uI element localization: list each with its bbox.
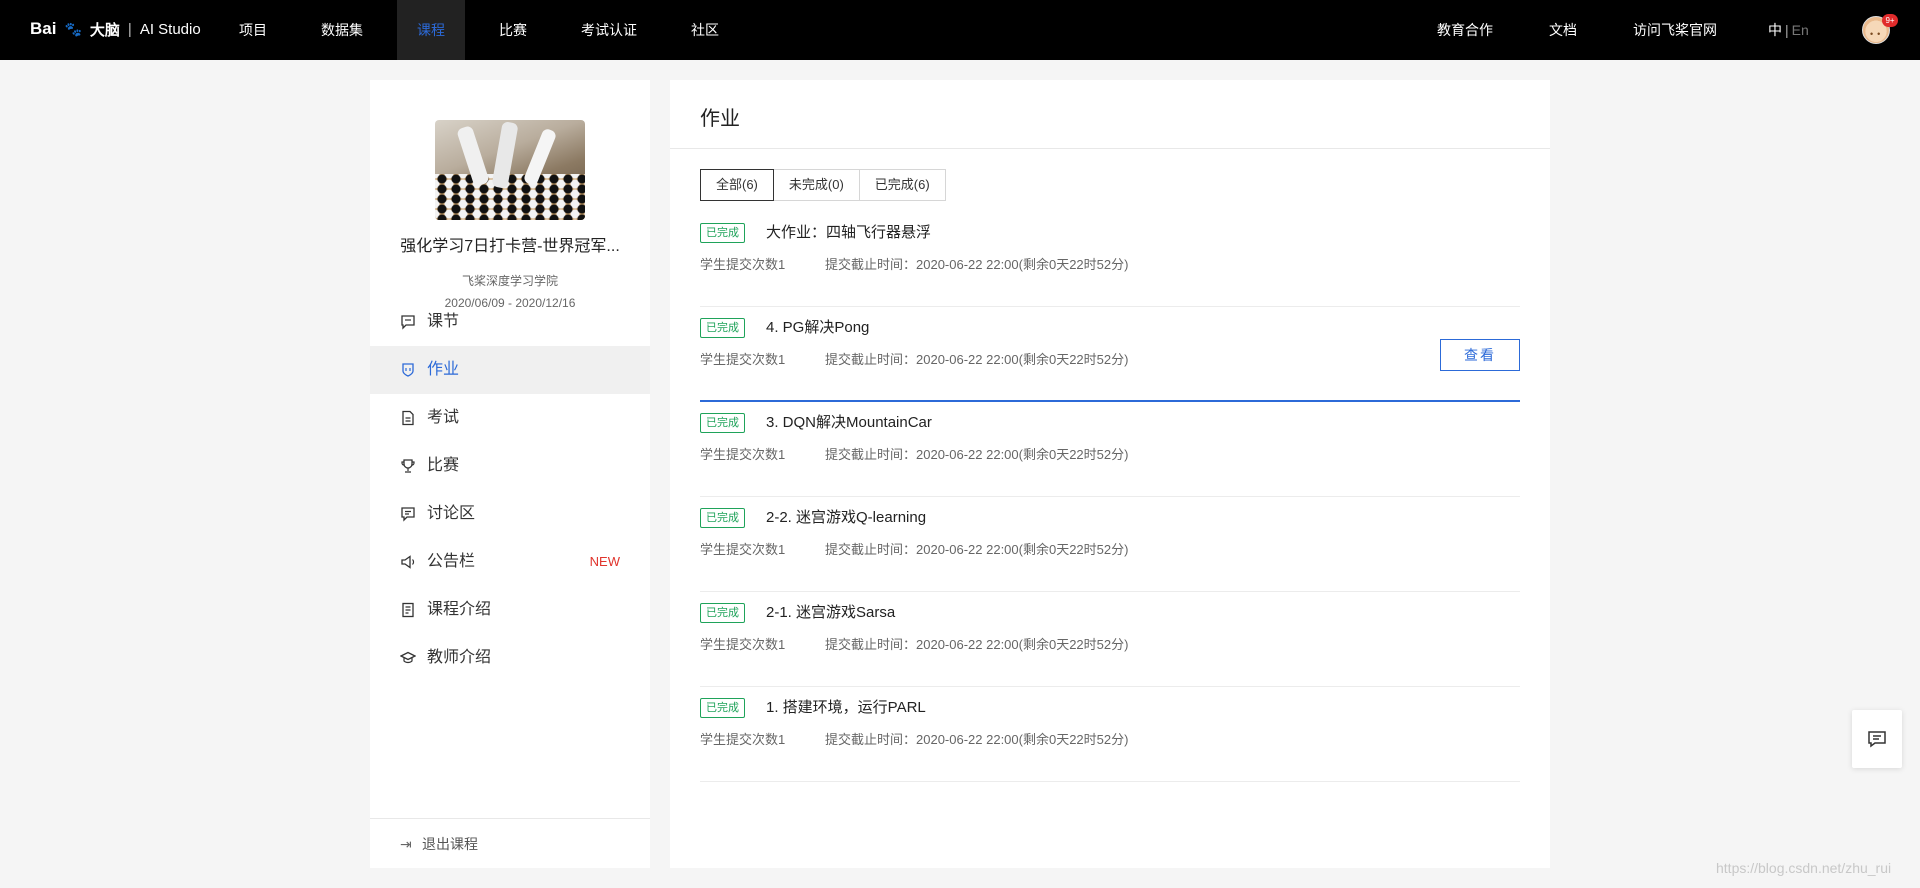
view-button[interactable]: 查看 xyxy=(1440,339,1520,371)
submission-count: 学生提交次数1 xyxy=(700,542,786,557)
homework-row[interactable]: 已完成 3. DQN解决MountainCar 学生提交次数1 提交截止时间：2… xyxy=(700,402,1520,497)
homework-name[interactable]: 2-1. 迷宫游戏Sarsa xyxy=(766,601,895,622)
course-sidebar: 强化学习7日打卡营-世界冠军... 飞桨深度学习学院 2020/06/09 - … xyxy=(370,80,650,868)
page-title: 作业 xyxy=(700,108,740,130)
sidebar-item-label: 教师介绍 xyxy=(427,649,492,666)
exit-icon: ⇥ xyxy=(400,836,412,852)
deadline: 提交截止时间：2020-06-22 22:00(剩余0天22时52分) xyxy=(825,352,1129,367)
nav-paddle-site[interactable]: 访问飞桨官网 xyxy=(1625,0,1725,60)
homework-name[interactable]: 3. DQN解决MountainCar xyxy=(766,411,932,432)
homework-name[interactable]: 大作业：四轴飞行器悬浮 xyxy=(766,221,931,242)
course-organization: 飞桨深度学习学院 xyxy=(461,274,558,288)
nav-datasets[interactable]: 数据集 xyxy=(313,0,371,60)
sidebar-item-discussion[interactable]: 讨论区 xyxy=(370,490,650,538)
status-badge: 已完成 xyxy=(700,318,745,338)
deadline: 提交截止时间：2020-06-22 22:00(剩余0天22时52分) xyxy=(825,732,1129,747)
cover-go-board xyxy=(435,174,585,220)
nav-competitions[interactable]: 比赛 xyxy=(488,0,538,60)
homework-filter-tabs: 全部(6) 未完成(0) 已完成(6) xyxy=(700,169,946,201)
status-badge: 已完成 xyxy=(700,603,745,623)
deadline: 提交截止时间：2020-06-22 22:00(剩余0天22时52分) xyxy=(825,257,1129,272)
homework-name[interactable]: 4. PG解决Pong xyxy=(766,316,869,337)
sidebar-item-label: 讨论区 xyxy=(427,505,476,522)
deadline: 提交截止时间：2020-06-22 22:00(剩余0天22时52分) xyxy=(825,447,1129,462)
lang-separator: | xyxy=(1785,22,1789,38)
homework-row[interactable]: 已完成 1. 搭建环境，运行PARL 学生提交次数1 提交截止时间：2020-0… xyxy=(700,687,1520,782)
notification-badge[interactable]: 9+ xyxy=(1882,14,1898,27)
logo-text: Bai xyxy=(30,19,57,38)
course-cover-image xyxy=(435,120,585,220)
sidebar-item-competition[interactable]: 比赛 xyxy=(370,442,650,490)
lang-zh[interactable]: 中 xyxy=(1768,22,1782,38)
nav-edu-cooperation[interactable]: 教育合作 xyxy=(1430,0,1500,60)
nav-community[interactable]: 社区 xyxy=(680,0,730,60)
baidu-ai-studio-logo[interactable]: Bai 🐾 大脑 | AI Studio xyxy=(30,14,201,44)
sidebar-item-label: 考试 xyxy=(427,409,460,426)
homework-name[interactable]: 1. 搭建环境，运行PARL xyxy=(766,696,926,717)
message-icon xyxy=(1868,731,1886,748)
submission-count: 学生提交次数1 xyxy=(700,637,786,652)
logo-product: AI Studio xyxy=(139,20,201,38)
sidebar-item-label: 公告栏 xyxy=(427,553,476,570)
logo-cn: 大脑 xyxy=(89,21,120,39)
paw-icon: 🐾 xyxy=(64,20,82,37)
new-badge: NEW xyxy=(589,554,620,569)
sidebar-item-lessons[interactable]: 课节 xyxy=(370,298,650,346)
language-switch: 中 | En xyxy=(1768,0,1809,60)
comment-icon xyxy=(401,507,415,522)
notebook-icon xyxy=(402,602,414,618)
tab-completed[interactable]: 已完成(6) xyxy=(858,169,946,201)
chat-square-icon xyxy=(401,315,415,330)
tab-all[interactable]: 全部(6) xyxy=(700,169,774,201)
watermark: https://blog.csdn.net/zhu_rui xyxy=(1716,860,1892,876)
avatar-face-icon: •• xyxy=(1870,29,1885,39)
submission-count: 学生提交次数1 xyxy=(700,352,786,367)
divider xyxy=(670,148,1550,149)
status-badge: 已完成 xyxy=(700,413,745,433)
sidebar-item-teacher-intro[interactable]: 教师介绍 xyxy=(370,634,650,682)
sidebar-item-homework[interactable]: 作业 xyxy=(370,346,650,394)
tab-incomplete[interactable]: 未完成(0) xyxy=(772,169,860,201)
homework-name[interactable]: 2-2. 迷宫游戏Q-learning xyxy=(766,506,926,527)
course-title: 强化学习7日打卡营-世界冠军... xyxy=(400,238,620,255)
sidebar-item-label: 比赛 xyxy=(427,457,460,474)
nav-certification[interactable]: 考试认证 xyxy=(575,0,643,60)
exit-course-button[interactable]: ⇥ 退出课程 xyxy=(400,819,478,869)
submission-count: 学生提交次数1 xyxy=(700,447,786,462)
submission-count: 学生提交次数1 xyxy=(700,257,786,272)
lang-en[interactable]: En xyxy=(1792,22,1809,38)
sidebar-item-announcements[interactable]: 公告栏 NEW xyxy=(370,538,650,586)
submission-count: 学生提交次数1 xyxy=(700,732,786,747)
deadline: 提交截止时间：2020-06-22 22:00(剩余0天22时52分) xyxy=(825,542,1129,557)
status-badge: 已完成 xyxy=(700,223,745,243)
homework-row[interactable]: 已完成 2-1. 迷宫游戏Sarsa 学生提交次数1 提交截止时间：2020-0… xyxy=(700,592,1520,687)
sidebar-item-label: 课程介绍 xyxy=(427,601,492,618)
top-navbar: Bai 🐾 大脑 | AI Studio 项目 数据集 课程 比赛 考试认证 社… xyxy=(0,0,1920,60)
sidebar-item-exam[interactable]: 考试 xyxy=(370,394,650,442)
sidebar-item-label: 作业 xyxy=(427,361,460,378)
trophy-icon xyxy=(401,459,415,473)
deadline: 提交截止时间：2020-06-22 22:00(剩余0天22时52分) xyxy=(825,637,1129,652)
homework-row[interactable]: 已完成 2-2. 迷宫游戏Q-learning 学生提交次数1 提交截止时间：2… xyxy=(700,497,1520,592)
nav-docs[interactable]: 文档 xyxy=(1538,0,1588,60)
speaker-icon xyxy=(401,555,415,569)
homework-row[interactable]: 已完成 4. PG解决Pong 学生提交次数1 提交截止时间：2020-06-2… xyxy=(700,307,1520,402)
exit-course-label: 退出课程 xyxy=(422,836,478,852)
sidebar-item-course-intro[interactable]: 课程介绍 xyxy=(370,586,650,634)
status-badge: 已完成 xyxy=(700,698,745,718)
nav-courses[interactable]: 课程 xyxy=(397,0,465,60)
homework-row[interactable]: 已完成 大作业：四轴飞行器悬浮 学生提交次数1 提交截止时间：2020-06-2… xyxy=(700,212,1520,307)
document-icon xyxy=(402,410,414,426)
feedback-chat-button[interactable] xyxy=(1852,710,1902,768)
shield-icon xyxy=(402,363,414,377)
logo-separator: | xyxy=(127,20,132,38)
nav-projects[interactable]: 项目 xyxy=(228,0,278,60)
sidebar-footer: ⇥ 退出课程 xyxy=(370,818,650,868)
status-badge: 已完成 xyxy=(700,508,745,528)
sidebar-item-label: 课节 xyxy=(427,313,460,330)
graduation-cap-icon xyxy=(400,651,416,664)
homework-panel: 作业 全部(6) 未完成(0) 已完成(6) 已完成 大作业：四轴飞行器悬浮 学… xyxy=(670,80,1550,868)
